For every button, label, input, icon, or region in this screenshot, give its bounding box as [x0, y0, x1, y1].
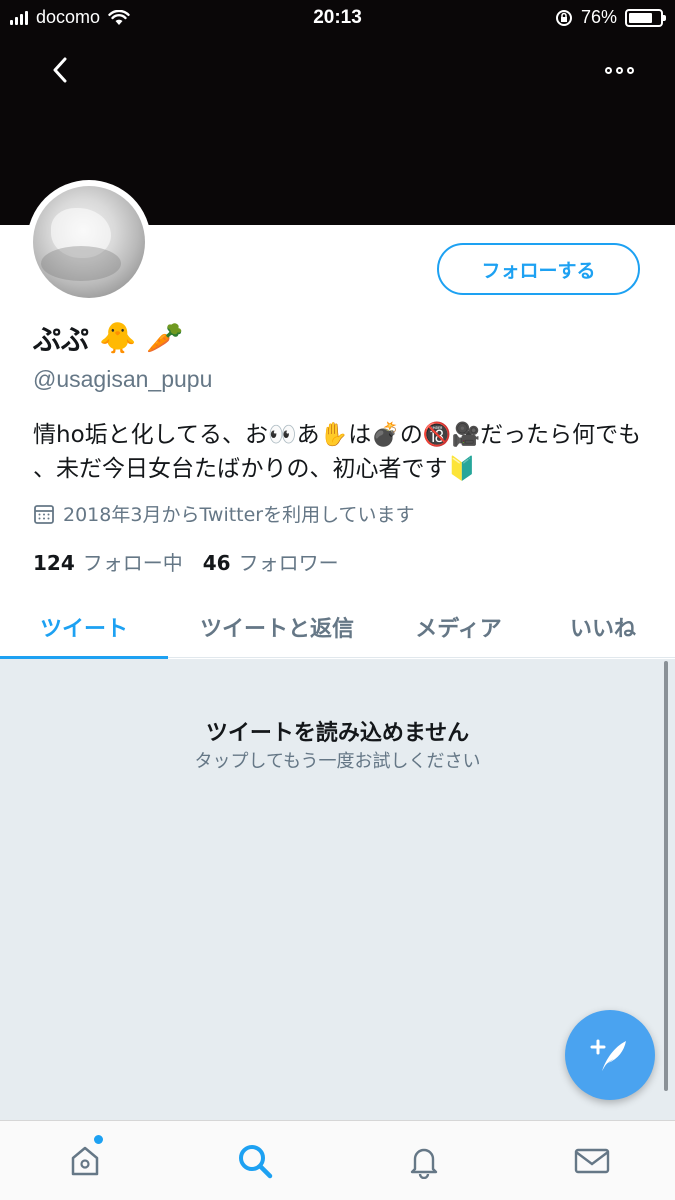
profile-bio: 情ho垢と化してる、お👀あ✋は💣の🔞🎥だったら何でも 、未だ今日女台たばかりの、…	[33, 422, 642, 482]
profile-tabs: ツイート ツイートと返信 メディア いいね	[0, 596, 675, 659]
following-label[interactable]: フォロー中	[83, 547, 183, 576]
avatar-image	[33, 186, 145, 298]
ellipsis-dot	[615, 66, 623, 74]
scrollbar[interactable]	[664, 661, 668, 1091]
ellipsis-icon	[604, 66, 612, 74]
join-date-text: 2018年3月からTwitterを利用しています	[63, 504, 415, 526]
battery-fill	[629, 12, 652, 23]
nav-messages[interactable]	[570, 1139, 614, 1183]
compose-tweet-button[interactable]	[565, 1010, 655, 1100]
bottom-nav	[0, 1120, 675, 1200]
nav-search[interactable]	[233, 1139, 277, 1183]
search-icon	[239, 1145, 273, 1179]
ellipsis-dot	[626, 66, 634, 74]
chick-emoji: 🐥	[99, 320, 137, 356]
avatar[interactable]	[27, 180, 151, 304]
bell-icon	[410, 1148, 438, 1179]
followers-count[interactable]: 46	[203, 551, 231, 575]
chevron-left-icon	[53, 57, 67, 83]
status-bar: docomo 20:13 76%	[0, 0, 675, 36]
following-count[interactable]: 124	[33, 551, 75, 575]
join-date: 2018年3月からTwitterを利用しています	[33, 500, 415, 527]
home-icon	[71, 1146, 99, 1176]
display-name: ぷぷ 🐥 🥕	[33, 318, 184, 358]
follow-button[interactable]: フォローする	[437, 243, 640, 295]
follow-counts: 124 フォロー中 46 フォロワー	[33, 547, 351, 576]
notification-dot	[94, 1135, 103, 1144]
carrot-emoji: 🥕	[146, 320, 184, 356]
followers-label[interactable]: フォロワー	[239, 547, 339, 576]
compose-feather-icon	[590, 1039, 626, 1071]
display-name-text: ぷぷ	[33, 323, 90, 356]
back-button[interactable]	[38, 48, 82, 92]
tab-tweets-replies[interactable]: ツイートと返信	[168, 596, 386, 658]
status-right: 76%	[555, 7, 666, 28]
battery-icon	[625, 8, 666, 27]
nav-home[interactable]	[63, 1135, 107, 1183]
calendar-icon	[34, 504, 54, 524]
more-options-button[interactable]	[597, 56, 641, 84]
user-handle: @usagisan_pupu	[33, 366, 213, 392]
tab-media[interactable]: メディア	[386, 596, 531, 658]
nav-notifications[interactable]	[402, 1139, 446, 1183]
tab-likes[interactable]: いいね	[531, 596, 675, 658]
error-subtitle[interactable]: タップしてもう一度お試しください	[0, 747, 675, 773]
mail-icon	[574, 1148, 610, 1174]
rotation-lock-icon	[555, 9, 572, 26]
battery-label: 76%	[580, 7, 617, 27]
error-title: ツイートを読み込めません	[205, 721, 470, 746]
tab-tweets[interactable]: ツイート	[0, 596, 168, 659]
